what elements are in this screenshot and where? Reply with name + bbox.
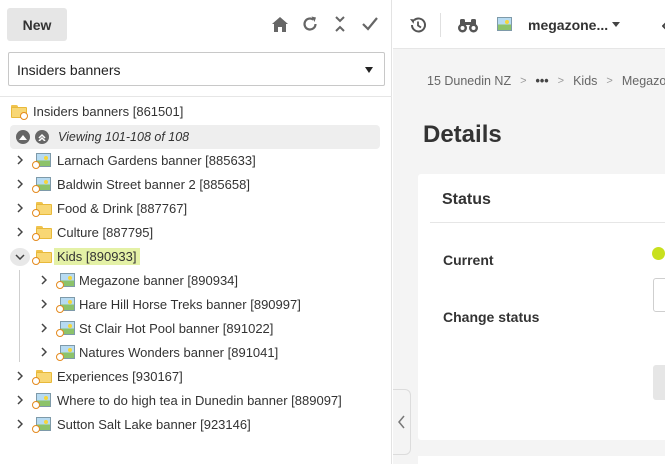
tree-item-label: Culture [887795] <box>57 225 154 240</box>
details-panel: megazone... 15 Dunedin NZ > ••• > Kids >… <box>393 0 665 464</box>
home-icon[interactable] <box>269 13 291 35</box>
chevron-down-icon[interactable] <box>10 248 30 266</box>
refresh-icon[interactable] <box>299 13 321 35</box>
chevron-right-icon[interactable] <box>13 177 27 191</box>
toolbar-divider <box>440 13 441 37</box>
breadcrumb-link[interactable]: Megazon <box>622 74 665 88</box>
badge-icon <box>56 353 64 361</box>
tree-root-label: Insiders banners [861501] <box>33 104 184 119</box>
page-first-icon[interactable] <box>35 130 49 144</box>
status-card: Status Current Change status <box>418 174 665 440</box>
tree-item-label: Megazone banner [890934] <box>79 273 239 288</box>
chevron-right-icon[interactable] <box>13 201 27 215</box>
root-dropdown[interactable]: Insiders banners <box>8 52 385 86</box>
current-item-label[interactable]: megazone... <box>528 17 608 33</box>
breadcrumb-separator-icon: > <box>606 75 613 87</box>
divider <box>0 96 392 97</box>
breadcrumb: 15 Dunedin NZ > ••• > Kids > Megazon <box>427 74 665 88</box>
tree-item-label: Baldwin Street banner 2 [885658] <box>57 177 250 192</box>
tree-item-label: Food & Drink [887767] <box>57 201 188 216</box>
status-card-title: Status <box>442 191 491 208</box>
chevron-right-icon[interactable] <box>37 297 51 311</box>
chevron-right-icon[interactable] <box>13 393 27 407</box>
badge-icon <box>32 257 40 265</box>
chevron-right-icon[interactable] <box>37 321 51 335</box>
chevron-right-icon[interactable] <box>13 225 27 239</box>
collapse-all-icon[interactable] <box>329 13 351 35</box>
badge-icon <box>32 161 40 169</box>
chevron-right-icon[interactable] <box>13 417 27 431</box>
badge-icon <box>32 233 40 241</box>
details-toolbar: megazone... <box>393 0 665 49</box>
new-button[interactable]: New <box>7 8 67 41</box>
tree-item-label: Hare Hill Horse Treks banner [890997] <box>79 297 301 312</box>
image-icon <box>497 17 512 31</box>
chevron-right-icon[interactable] <box>13 153 27 167</box>
status-indicator-icon <box>652 247 665 260</box>
tree-item-label: Sutton Salt Lake banner [923146] <box>57 417 251 432</box>
root-dropdown-value: Insiders banners <box>17 62 121 78</box>
history-icon[interactable] <box>408 15 428 35</box>
chevron-down-icon[interactable] <box>612 22 620 27</box>
paging-text: Viewing 101-108 of 108 <box>58 130 190 144</box>
tree-item-label: Where to do high tea in Dunedin banner [… <box>57 393 342 408</box>
badge-icon <box>32 185 40 193</box>
next-card <box>418 456 665 464</box>
badge-icon <box>32 401 40 409</box>
badge-icon <box>56 329 64 337</box>
change-status-button[interactable] <box>653 365 665 400</box>
tree-panel: New Insiders banners Insiders banners [8… <box>0 0 392 464</box>
dropdown-caret-icon <box>365 67 373 73</box>
badge-icon <box>20 112 28 120</box>
breadcrumb-separator-icon: > <box>557 75 565 87</box>
chevron-right-icon[interactable] <box>13 369 27 383</box>
tree-item-label: Experiences [930167] <box>57 369 183 384</box>
breadcrumb-link[interactable]: Kids <box>573 74 597 88</box>
page-up-icon[interactable] <box>16 130 30 144</box>
badge-icon <box>56 305 64 313</box>
change-status-label: Change status <box>443 309 540 325</box>
breadcrumb-separator-icon: > <box>520 75 527 87</box>
badge-icon <box>32 425 40 433</box>
binoculars-icon[interactable] <box>457 16 479 34</box>
breadcrumb-ellipsis[interactable]: ••• <box>536 74 549 88</box>
divider <box>430 222 665 223</box>
badge-icon <box>32 377 40 385</box>
badge-icon <box>32 209 40 217</box>
tree-guide-line <box>19 270 20 362</box>
badge-icon <box>56 281 64 289</box>
page-title: Details <box>423 121 502 148</box>
chevron-right-icon[interactable] <box>37 273 51 287</box>
chevron-right-icon[interactable] <box>37 345 51 359</box>
tree-item-label: Larnach Gardens banner [885633] <box>57 153 256 168</box>
tree-toolbar: New <box>0 0 392 48</box>
tree-item-label: Natures Wonders banner [891041] <box>79 345 279 360</box>
change-status-select[interactable] <box>653 278 665 312</box>
tree-item-label: Kids [890933] <box>54 248 140 265</box>
checkmark-icon[interactable] <box>359 13 381 35</box>
paging-bar: Viewing 101-108 of 108 <box>10 125 380 149</box>
collapse-panel-button[interactable] <box>393 389 411 455</box>
breadcrumb-link[interactable]: 15 Dunedin NZ <box>427 74 511 88</box>
tree-item-label: St Clair Hot Pool banner [891022] <box>79 321 274 336</box>
current-label: Current <box>443 252 494 268</box>
